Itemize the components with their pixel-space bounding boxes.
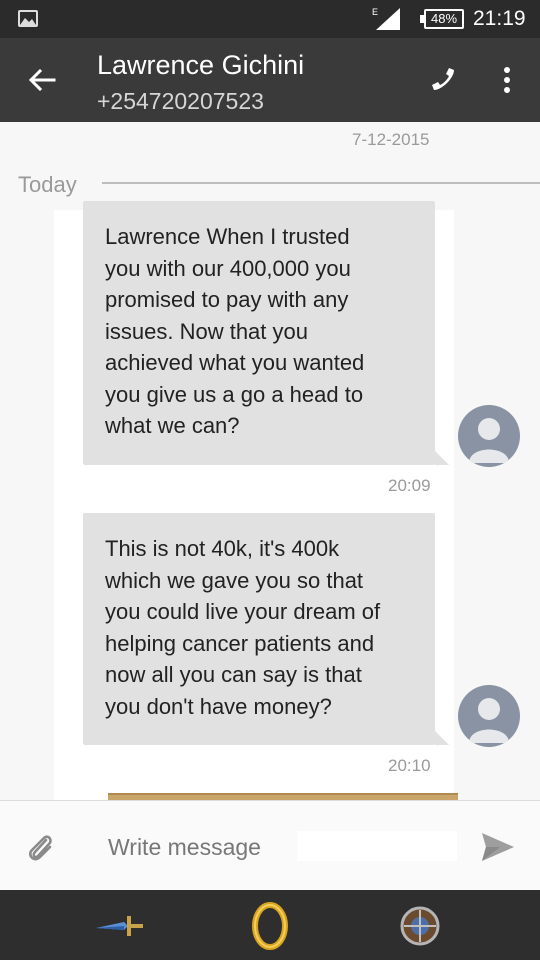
svg-text:E: E: [372, 7, 378, 17]
partial-message-bubble[interactable]: [108, 793, 458, 800]
back-arrow-icon[interactable]: [26, 64, 58, 96]
battery-indicator: 48%: [420, 9, 464, 29]
message-input[interactable]: [108, 827, 460, 867]
date-header: 7-12-2015: [352, 130, 430, 149]
message-bubble[interactable]: Lawrence When I trusted you with our 400…: [83, 201, 449, 465]
send-icon[interactable]: [480, 831, 516, 863]
contact-phone: +254720207523: [97, 88, 264, 114]
nav-back-sword-icon[interactable]: [94, 902, 146, 950]
message-composer: [0, 800, 540, 890]
message-timestamp: 20:10: [388, 756, 431, 775]
day-divider-label: Today: [18, 172, 77, 197]
status-clock: 21:19: [473, 7, 526, 30]
status-bar: E 48% 21:19: [0, 0, 540, 38]
day-divider-line: [102, 182, 540, 184]
navigation-bar: [0, 890, 540, 960]
message-list[interactable]: 7-12-2015 Today Lawrence When I trusted …: [0, 122, 540, 800]
phone-icon[interactable]: [428, 64, 460, 96]
gallery-notification-icon: [18, 10, 38, 27]
nav-home-ring-icon[interactable]: [244, 902, 296, 950]
person-icon[interactable]: [458, 685, 520, 747]
contact-name: Lawrence Gichini: [97, 50, 305, 80]
person-icon[interactable]: [458, 405, 520, 467]
more-vert-icon[interactable]: [497, 64, 517, 96]
nav-recent-shield-icon[interactable]: [394, 902, 446, 950]
paperclip-icon[interactable]: [26, 831, 56, 865]
signal-icon: E: [372, 7, 400, 30]
message-bubble[interactable]: This is not 40k, it's 400k which we gave…: [83, 513, 449, 745]
message-timestamp: 20:09: [388, 476, 431, 495]
conversation-header: Lawrence Gichini +254720207523: [0, 38, 540, 122]
